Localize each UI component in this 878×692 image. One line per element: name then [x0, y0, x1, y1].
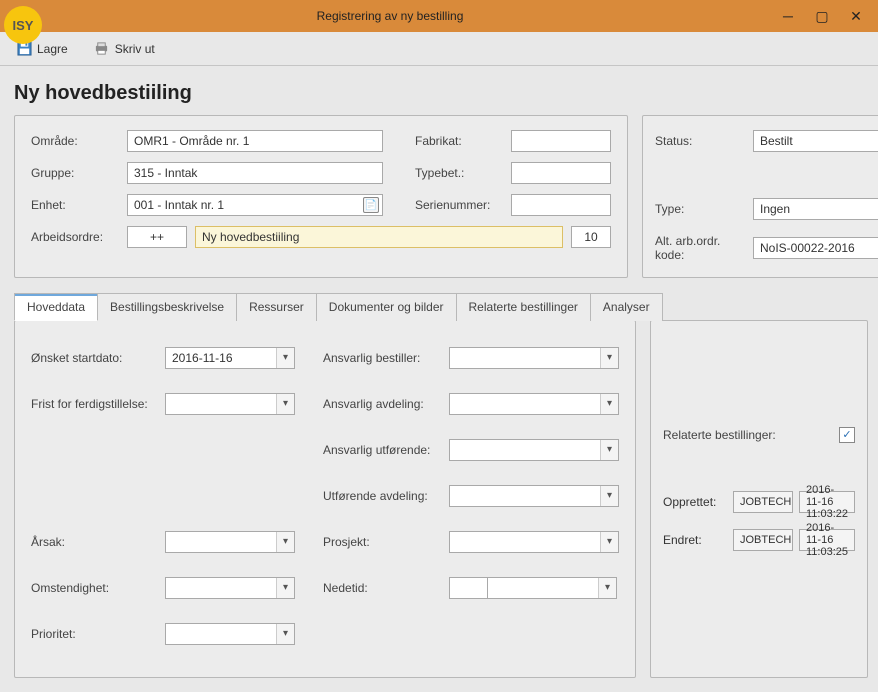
nedetid-value-input[interactable]	[449, 577, 487, 599]
hoveddata-side-panel: Relaterte bestillinger: ✓ Opprettet: JOB…	[650, 320, 868, 678]
ansvarlig-avdeling-input[interactable]: ▾	[449, 393, 619, 415]
maximize-button[interactable]: ▢	[814, 8, 830, 24]
type-input[interactable]: Ingen	[753, 198, 878, 220]
window-title: Registrering av ny bestilling	[0, 9, 780, 23]
fabrikat-input[interactable]	[511, 130, 611, 152]
window-controls: ─ ▢ ✕	[780, 8, 878, 24]
arbeidsordre-label: Arbeidsordre:	[31, 230, 119, 244]
alt-arbordr-label: Alt. arb.ordr. kode:	[655, 234, 745, 263]
tab-dokumenter[interactable]: Dokumenter og bilder	[316, 293, 457, 321]
prioritet-label: Prioritet:	[31, 627, 165, 641]
ansvarlig-bestiller-input[interactable]: ▾	[449, 347, 619, 369]
toolbar: Lagre Skriv ut	[0, 32, 878, 66]
frist-label: Frist for ferdigstillelse:	[31, 397, 165, 411]
arsak-label: Årsak:	[31, 535, 165, 549]
chevron-down-icon: ▾	[600, 532, 618, 552]
arbeidsordre-number-input[interactable]: 10	[571, 226, 611, 248]
nedetid-unit-input[interactable]: ▾	[487, 577, 617, 599]
typebet-input[interactable]	[511, 162, 611, 184]
tab-bestillingsbeskrivelse[interactable]: Bestillingsbeskrivelse	[97, 293, 237, 321]
endret-user: JOBTECH	[733, 529, 793, 551]
ansvarlig-utforende-input[interactable]: ▾	[449, 439, 619, 461]
minimize-button[interactable]: ─	[780, 8, 796, 24]
tab-ressurser[interactable]: Ressurser	[236, 293, 317, 321]
chevron-down-icon: ▾	[276, 348, 294, 368]
save-label: Lagre	[37, 42, 68, 56]
endret-timestamp: 2016-11-16 11:03:25	[799, 529, 855, 551]
chevron-down-icon: ▾	[276, 394, 294, 414]
print-icon	[94, 41, 110, 57]
omstendighet-label: Omstendighet:	[31, 581, 165, 595]
omrade-input[interactable]: OMR1 - Område nr. 1	[127, 130, 383, 152]
chevron-down-icon: ▾	[600, 486, 618, 506]
alt-arbordr-input[interactable]: NoIS-00022-2016	[753, 237, 878, 259]
tab-analyser[interactable]: Analyser	[590, 293, 663, 321]
titlebar: ISY Registrering av ny bestilling ─ ▢ ✕	[0, 0, 878, 32]
enhet-value: 001 - Inntak nr. 1	[134, 198, 224, 212]
serienummer-input[interactable]	[511, 194, 611, 216]
serienummer-label: Serienummer:	[415, 198, 503, 212]
tab-relaterte[interactable]: Relaterte bestillinger	[456, 293, 591, 321]
tab-hoveddata[interactable]: Hoveddata	[14, 293, 98, 321]
status-label: Status:	[655, 134, 745, 148]
status-panel: Status: Bestilt Type: Ingen Alt. arb.ord…	[642, 115, 878, 278]
opprettet-user: JOBTECH	[733, 491, 793, 513]
chevron-down-icon: ▾	[600, 440, 618, 460]
arbeidsordre-plus-button[interactable]: ++	[127, 226, 187, 248]
prosjekt-label: Prosjekt:	[323, 535, 449, 549]
opprettet-timestamp: 2016-11-16 11:03:22	[799, 491, 855, 513]
frist-input[interactable]: ▾	[165, 393, 295, 415]
chevron-down-icon: ▾	[276, 624, 294, 644]
opprettet-label: Opprettet:	[663, 495, 727, 509]
gruppe-label: Gruppe:	[31, 166, 119, 180]
hoveddata-form: Ønsket startdato: 2016-11-16 ▾ Ansvarlig …	[14, 320, 636, 678]
onsket-startdato-value: 2016-11-16	[172, 351, 233, 365]
gruppe-input[interactable]: 315 - Inntak	[127, 162, 383, 184]
header-panel: Område: OMR1 - Område nr. 1 Fabrikat: Gr…	[14, 115, 628, 278]
ansvarlig-avdeling-label: Ansvarlig avdeling:	[323, 397, 449, 411]
prioritet-input[interactable]: ▾	[165, 623, 295, 645]
omrade-label: Område:	[31, 134, 119, 148]
relaterte-bestillinger-checkbox[interactable]: ✓	[839, 427, 855, 443]
tab-strip: Hoveddata Bestillingsbeskrivelse Ressurs…	[14, 292, 864, 320]
status-input[interactable]: Bestilt	[753, 130, 878, 152]
chevron-down-icon: ▾	[600, 394, 618, 414]
prosjekt-input[interactable]: ▾	[449, 531, 619, 553]
print-button[interactable]: Skriv ut	[88, 37, 161, 61]
fabrikat-label: Fabrikat:	[415, 134, 503, 148]
arbeidsordre-text-input[interactable]: Ny hovedbestiiling	[195, 226, 563, 248]
chevron-down-icon: ▾	[600, 348, 618, 368]
enhet-label: Enhet:	[31, 198, 119, 212]
onsket-startdato-input[interactable]: 2016-11-16 ▾	[165, 347, 295, 369]
utforende-avdeling-label: Utførende avdeling:	[323, 489, 449, 503]
enhet-input[interactable]: 001 - Inntak nr. 1 📄	[127, 194, 383, 216]
app-logo: ISY	[4, 6, 42, 44]
onsket-startdato-label: Ønsket startdato:	[31, 351, 165, 365]
page-title: Ny hovedbestiiling	[14, 82, 864, 105]
chevron-down-icon: ▾	[276, 532, 294, 552]
ansvarlig-bestiller-label: Ansvarlig bestiller:	[323, 351, 449, 365]
omstendighet-input[interactable]: ▾	[165, 577, 295, 599]
relaterte-bestillinger-label: Relaterte bestillinger:	[663, 428, 776, 442]
utforende-avdeling-input[interactable]: ▾	[449, 485, 619, 507]
typebet-label: Typebet.:	[415, 166, 503, 180]
chevron-down-icon: ▾	[276, 578, 294, 598]
arsak-input[interactable]: ▾	[165, 531, 295, 553]
endret-label: Endret:	[663, 533, 727, 547]
nedetid-label: Nedetid:	[323, 581, 449, 595]
chevron-down-icon: ▾	[598, 578, 616, 598]
close-button[interactable]: ✕	[848, 8, 864, 24]
enhet-lookup-icon[interactable]: 📄	[363, 197, 379, 213]
type-label: Type:	[655, 202, 745, 216]
ansvarlig-utforende-label: Ansvarlig utførende:	[323, 443, 449, 457]
print-label: Skriv ut	[115, 42, 155, 56]
